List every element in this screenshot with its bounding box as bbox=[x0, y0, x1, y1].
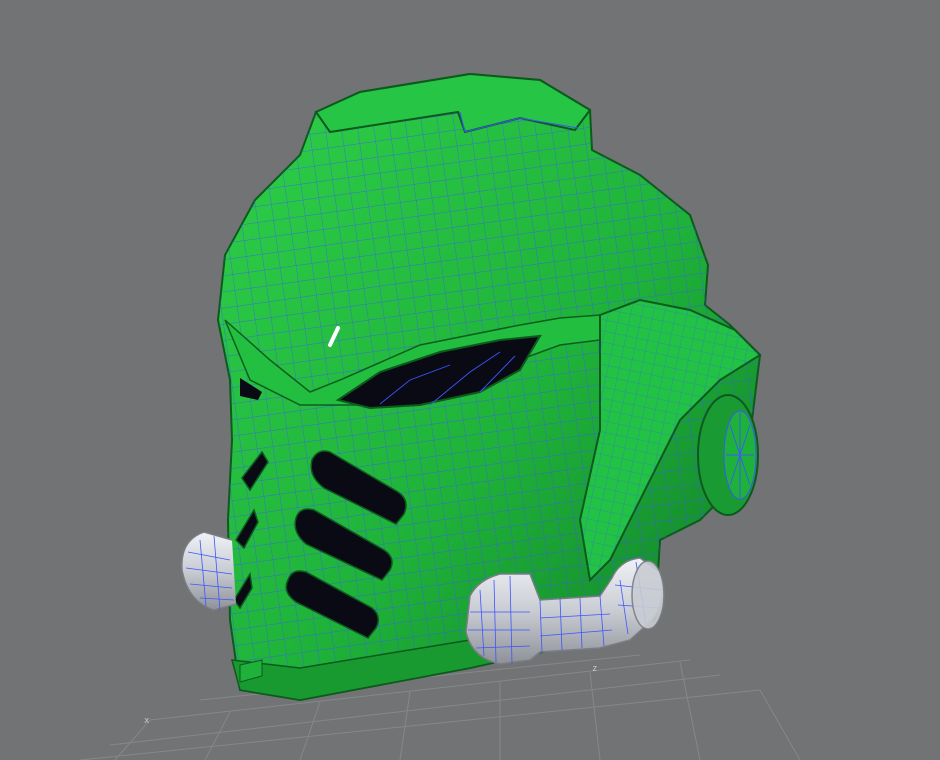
viewport-canvas[interactable] bbox=[0, 0, 940, 760]
ear-disc bbox=[697, 394, 759, 516]
axis-label-z: z bbox=[592, 664, 598, 674]
3d-viewport[interactable]: x z bbox=[0, 0, 940, 760]
axis-label-x: x bbox=[144, 716, 150, 726]
breathing-pipe-left bbox=[181, 531, 237, 611]
